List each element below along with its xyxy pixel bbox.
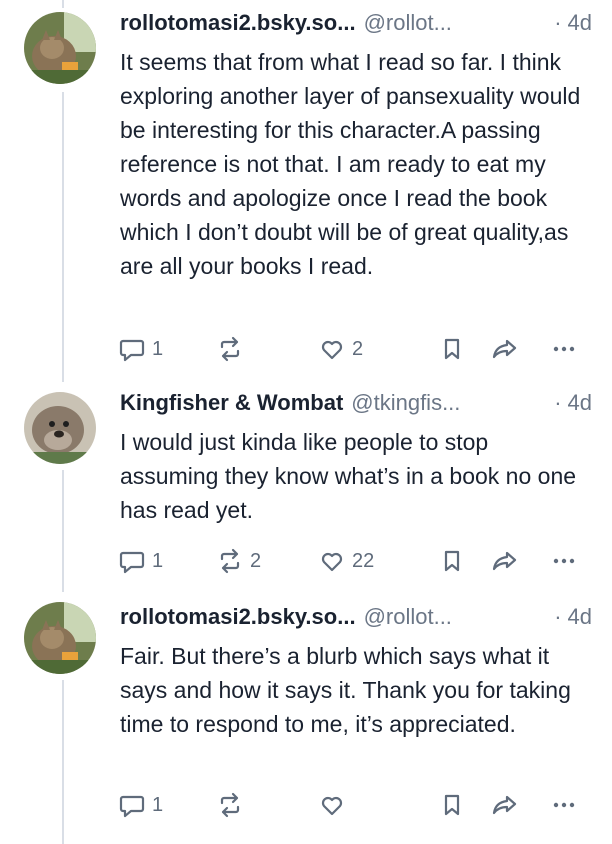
reply-icon [119, 339, 145, 362]
more-icon [553, 346, 575, 352]
reply-count: 1 [152, 793, 164, 816]
author-name[interactable]: rollotomasi2.bsky.so... [120, 10, 356, 36]
separator: · [554, 10, 562, 35]
like-icon [321, 552, 343, 572]
author-handle[interactable]: @rollot... [364, 604, 452, 630]
reply-count: 1 [152, 549, 164, 572]
like-icon [321, 340, 343, 360]
bookmark-icon [444, 338, 460, 360]
share-button[interactable] [490, 334, 520, 364]
avatar[interactable] [24, 12, 96, 84]
more-button[interactable] [550, 334, 578, 364]
like-count: 2 [352, 337, 364, 360]
repost-count: 2 [250, 549, 262, 572]
share-button[interactable] [490, 790, 520, 820]
reply-button[interactable]: 1 [118, 546, 163, 576]
bookmark-button[interactable] [438, 790, 466, 820]
repost-button[interactable]: 2 [216, 546, 261, 576]
repost-button[interactable] [216, 334, 250, 364]
like-button[interactable] [318, 790, 352, 820]
post-actions: 1 [118, 790, 598, 820]
bookmark-button[interactable] [438, 546, 466, 576]
more-button[interactable] [550, 546, 578, 576]
bookmark-icon [444, 550, 460, 572]
reply-icon [119, 551, 145, 574]
like-button[interactable]: 22 [318, 546, 374, 576]
share-icon [492, 795, 517, 815]
more-icon [553, 802, 575, 808]
post-time[interactable]: 4d [568, 604, 592, 630]
share-icon [492, 551, 517, 571]
repost-icon [220, 336, 240, 362]
post-time[interactable]: 4d [568, 10, 592, 36]
post-actions: 1 2 [118, 334, 598, 364]
share-button[interactable] [490, 546, 520, 576]
author-handle[interactable]: @rollot... [364, 10, 452, 36]
post-time[interactable]: 4d [568, 390, 592, 416]
repost-button[interactable] [216, 790, 250, 820]
post-text: It seems that from what I read so far. I… [120, 49, 581, 279]
avatar[interactable] [24, 392, 96, 464]
reply-count: 1 [152, 337, 164, 360]
post-text: Fair. But there’s a blurb which says wha… [120, 643, 571, 737]
like-icon [321, 796, 343, 816]
separator: · [554, 604, 562, 629]
author-handle[interactable]: @tkingfis... [351, 390, 460, 416]
separator: · [554, 390, 562, 415]
repost-icon [220, 792, 240, 818]
post[interactable]: rollotomasi2.bsky.so... @rollot... · 4d … [0, 0, 612, 380]
reply-button[interactable]: 1 [118, 334, 163, 364]
reply-icon [119, 795, 145, 818]
post-text: I would just kinda like people to stop a… [120, 429, 577, 523]
repost-icon [220, 548, 240, 574]
avatar[interactable] [24, 602, 96, 674]
post[interactable]: Kingfisher & Wombat @tkingfis... · 4d I … [0, 380, 612, 590]
share-icon [492, 339, 517, 359]
like-button[interactable]: 2 [318, 334, 363, 364]
post-actions: 1 2 22 [118, 546, 598, 576]
bookmark-button[interactable] [438, 334, 466, 364]
post[interactable]: rollotomasi2.bsky.so... @rollot... · 4d … [0, 590, 612, 844]
bookmark-icon [444, 794, 460, 816]
author-name[interactable]: Kingfisher & Wombat [120, 390, 343, 416]
like-count: 22 [352, 549, 375, 572]
more-button[interactable] [550, 790, 578, 820]
author-name[interactable]: rollotomasi2.bsky.so... [120, 604, 356, 630]
reply-button[interactable]: 1 [118, 790, 163, 820]
more-icon [553, 558, 575, 564]
